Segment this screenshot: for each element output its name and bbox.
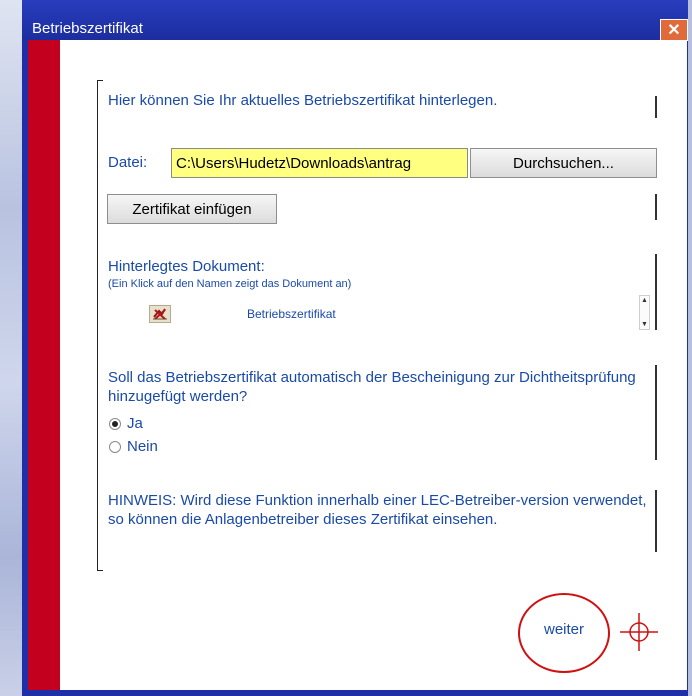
auto-add-question: Soll das Betriebszertifikat automatisch … [108,369,636,405]
delete-document-icon[interactable] [149,305,171,323]
radio-option-ja[interactable]: Ja [109,415,143,432]
close-button[interactable]: ✕ [660,19,688,41]
radio-nein[interactable] [109,440,121,453]
scroll-down-icon[interactable]: ▼ [641,321,648,328]
document-scrollbar[interactable]: ▲ ▼ [639,295,650,330]
scroll-up-icon[interactable]: ▲ [641,297,648,304]
frame-tick [655,96,657,118]
frame-tick [655,254,657,330]
dialog-content: Hier können Sie Ihr aktuelles Betriebsze… [28,40,687,690]
radio-option-nein[interactable]: Nein [109,438,158,455]
file-label: Datei: [108,154,148,171]
insert-certificate-button[interactable]: Zertifikat einfügen [107,194,277,224]
radio-nein-label[interactable]: Nein [127,438,158,455]
desktop-background-right [688,0,692,696]
weiter-link[interactable]: weiter [544,621,584,638]
frame-tick [655,365,657,460]
document-link[interactable]: Betriebszertifikat [247,307,336,321]
intro-text: Hier können Sie Ihr aktuelles Betriebsze… [108,92,498,109]
document-heading: Hinterlegtes Dokument: [108,258,265,275]
frame-tick [655,194,657,220]
desktop-background-left [0,0,22,696]
radio-ja-label[interactable]: Ja [127,415,143,432]
frame-tick [655,490,657,552]
window-title: Betriebszertifikat [32,20,143,37]
dialog-window: Betriebszertifikat ✕ Hier können Sie Ihr… [22,0,688,696]
crosshair-icon [620,613,658,651]
title-bar[interactable]: Betriebszertifikat ✕ [22,0,688,41]
document-hint: (Ein Klick auf den Namen zeigt das Dokum… [108,278,352,290]
close-icon: ✕ [667,22,681,39]
radio-ja[interactable] [109,417,121,430]
red-side-bar [28,40,60,690]
browse-button[interactable]: Durchsuchen... [470,148,657,178]
file-path-input[interactable] [171,148,468,178]
group-frame [97,80,103,571]
hint-note: HINWEIS: Wird diese Funktion innerhalb e… [108,492,647,528]
